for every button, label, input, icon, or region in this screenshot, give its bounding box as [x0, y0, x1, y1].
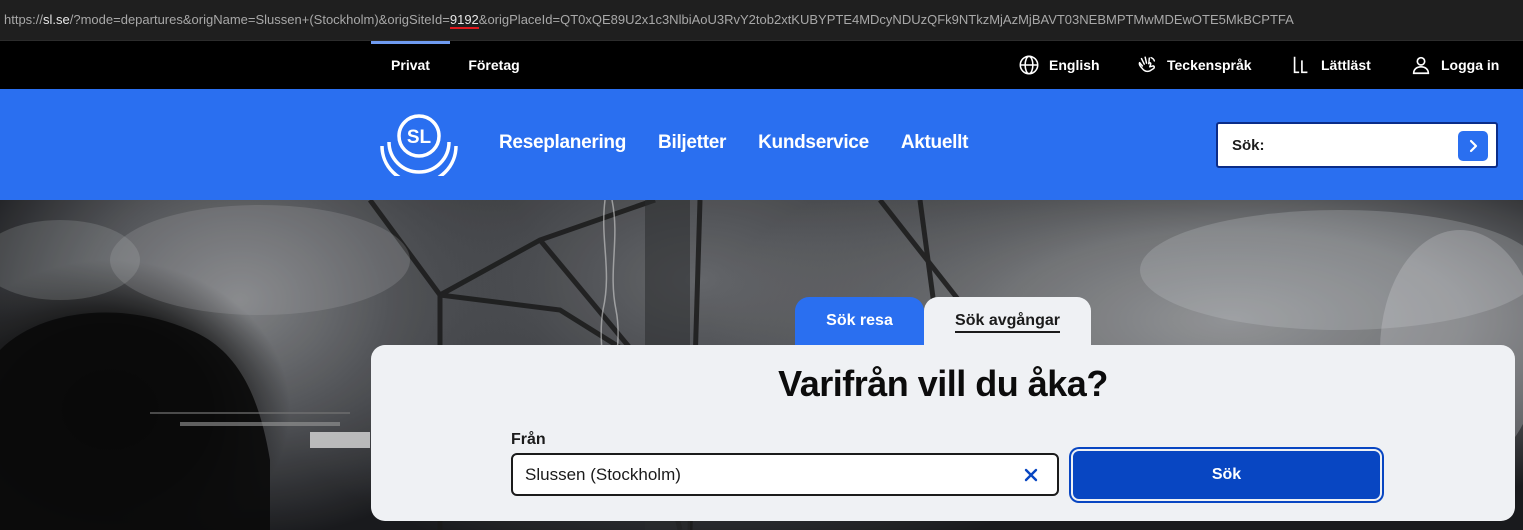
browser-address-bar[interactable]: https://sl.se/?mode=departures&origName=… — [0, 0, 1523, 41]
easy-read-link[interactable]: Lättläst — [1290, 53, 1371, 77]
nav-aktuellt[interactable]: Aktuellt — [901, 132, 969, 158]
url-prefix: https:// — [4, 12, 44, 27]
segment-foretag[interactable]: Företag — [458, 41, 530, 89]
url-text[interactable]: https://sl.se/?mode=departures&origName=… — [4, 12, 1294, 29]
nav-kundservice[interactable]: Kundservice — [758, 132, 869, 158]
easy-read-icon — [1293, 56, 1308, 74]
url-rest: &origPlaceId=QT0xQE89U2x1c3NlbiAoU3RvY2t… — [478, 12, 1294, 27]
chevron-right-icon — [1469, 139, 1478, 153]
search-card-title: Varifrån vill du åka? — [778, 363, 1108, 404]
site-search-button[interactable] — [1458, 131, 1488, 161]
departures-search-card: Varifrån vill du åka? Från Sök — [371, 345, 1515, 521]
tab-sok-avgangar[interactable]: Sök avgångar — [924, 297, 1091, 345]
login-link[interactable]: Logga in — [1410, 53, 1499, 77]
sign-language-hand-icon — [1138, 56, 1156, 73]
easy-read-label: Lättläst — [1321, 57, 1371, 73]
url-path: /?mode=departures&origName=Slussen+(Stoc… — [69, 12, 450, 27]
globe-icon — [1019, 55, 1039, 75]
search-departures-button[interactable]: Sök — [1073, 451, 1380, 499]
site-search-label: Sök: — [1232, 137, 1265, 154]
nav-reseplanering[interactable]: Reseplanering — [499, 132, 626, 158]
top-utility-bar: Privat Företag English Teckenspråk Lättl… — [0, 41, 1523, 89]
tab-sok-resa[interactable]: Sök resa — [795, 297, 924, 345]
sign-language-link[interactable]: Teckenspråk — [1136, 53, 1252, 77]
user-icon — [1412, 56, 1430, 75]
from-label: Från — [511, 431, 546, 448]
language-english-label: English — [1049, 57, 1100, 73]
nav-biljetter[interactable]: Biljetter — [658, 132, 726, 158]
tab-sok-avgangar-label: Sök avgångar — [955, 312, 1060, 333]
segment-privat[interactable]: Privat — [371, 41, 450, 89]
clear-from-button[interactable] — [1019, 463, 1043, 487]
close-icon — [1024, 468, 1038, 482]
from-field — [511, 453, 1059, 496]
login-label: Logga in — [1441, 57, 1500, 73]
logo-text: SL — [407, 127, 432, 148]
language-english-link[interactable]: English — [1018, 53, 1100, 77]
main-navigation: Reseplanering Biljetter Kundservice Aktu… — [499, 132, 1000, 158]
url-site-id-highlight: 9192 — [449, 12, 479, 29]
site-search-box: Sök: — [1216, 122, 1498, 168]
from-input[interactable] — [525, 463, 1005, 487]
url-host: sl.se — [43, 12, 70, 27]
site-search-input[interactable] — [1274, 132, 1460, 158]
sl-logo[interactable]: SL — [378, 114, 460, 176]
sign-language-label: Teckenspråk — [1167, 57, 1252, 73]
